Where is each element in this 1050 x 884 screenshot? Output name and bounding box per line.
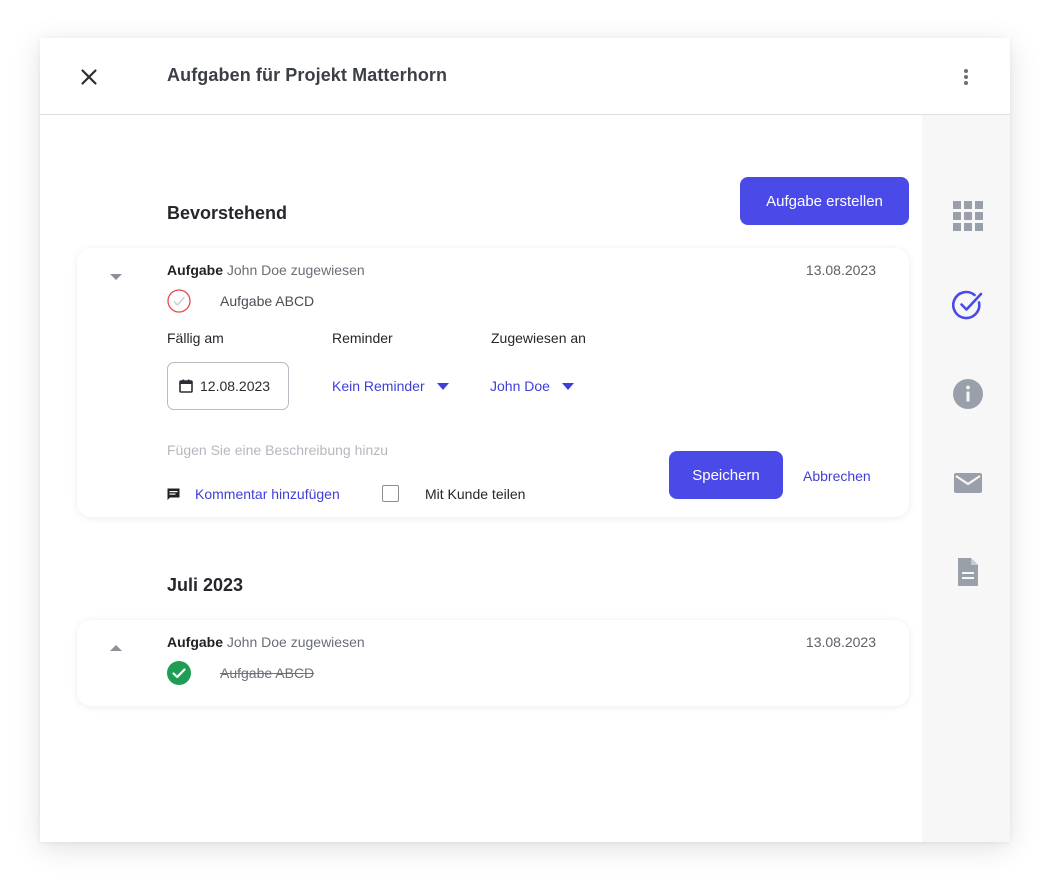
task-type-label: Aufgabe xyxy=(167,634,223,650)
cancel-link[interactable]: Abbrechen xyxy=(803,468,871,484)
create-task-button[interactable]: Aufgabe erstellen xyxy=(740,177,909,225)
task-assigned-text: John Doe zugewiesen xyxy=(226,262,365,278)
task-card-expanded: Aufgabe John Doe zugewiesen 13.08.2023 A… xyxy=(77,248,909,517)
section-title-upcoming: Bevorstehend xyxy=(167,203,288,223)
tasks-panel: Aufgaben für Projekt Matterhorn Bevorste… xyxy=(40,38,1010,842)
close-icon[interactable] xyxy=(79,67,99,87)
main-content: Bevorstehend Aufgabe erstellen Aufgabe J… xyxy=(40,115,922,842)
task-date: 13.08.2023 xyxy=(805,634,876,650)
page-title: Aufgaben für Projekt Matterhorn xyxy=(167,65,448,85)
task-header: Aufgabe John Doe zugewiesen xyxy=(167,262,365,278)
icon-rail xyxy=(922,115,1010,842)
mail-icon[interactable] xyxy=(952,467,984,499)
assignee-value: John Doe xyxy=(490,378,550,394)
section-title-july: Juli 2023 xyxy=(167,575,244,595)
reminder-label: Reminder xyxy=(332,330,393,346)
apps-grid-icon[interactable] xyxy=(952,200,984,232)
description-input[interactable]: Fügen Sie eine Beschreibung hinzu xyxy=(167,442,388,458)
assignee-label: Zugewiesen an xyxy=(491,330,586,346)
share-with-client-checkbox[interactable] xyxy=(382,485,399,502)
collapse-caret-icon[interactable] xyxy=(109,269,123,280)
task-header: Aufgabe John Doe zugewiesen xyxy=(167,634,365,650)
task-assigned-text: John Doe zugewiesen xyxy=(226,634,365,650)
task-completed-check-icon[interactable] xyxy=(167,661,191,685)
info-icon[interactable] xyxy=(952,378,984,410)
share-with-client-label: Mit Kunde teilen xyxy=(425,486,526,502)
calendar-icon xyxy=(179,379,193,393)
due-date-label: Fällig am xyxy=(167,330,224,346)
task-card-collapsed: Aufgabe John Doe zugewiesen 13.08.2023 A… xyxy=(77,620,909,706)
task-check-icon[interactable] xyxy=(952,289,984,321)
dropdown-arrow-icon xyxy=(436,382,449,390)
save-button[interactable]: Speichern xyxy=(669,451,783,499)
due-date-value: 12.08.2023 xyxy=(200,378,271,394)
task-incomplete-check-icon[interactable] xyxy=(167,289,191,313)
reminder-dropdown[interactable]: Kein Reminder xyxy=(332,378,449,394)
task-type-label: Aufgabe xyxy=(167,262,223,278)
task-name: Aufgabe ABCD xyxy=(220,293,315,309)
task-name: Aufgabe ABCD xyxy=(220,665,315,681)
document-icon[interactable] xyxy=(952,556,984,588)
add-comment-label: Kommentar hinzufügen xyxy=(195,486,340,502)
comment-icon xyxy=(167,488,180,500)
reminder-value: Kein Reminder xyxy=(332,378,425,394)
more-vertical-icon[interactable] xyxy=(956,67,976,87)
dropdown-arrow-icon xyxy=(561,382,574,390)
panel-header: Aufgaben für Projekt Matterhorn xyxy=(40,38,1010,115)
add-comment-link[interactable]: Kommentar hinzufügen xyxy=(167,486,340,502)
due-date-input[interactable]: 12.08.2023 xyxy=(167,362,289,410)
assignee-dropdown[interactable]: John Doe xyxy=(490,378,574,394)
expand-caret-icon[interactable] xyxy=(109,640,123,651)
task-date: 13.08.2023 xyxy=(805,262,876,278)
